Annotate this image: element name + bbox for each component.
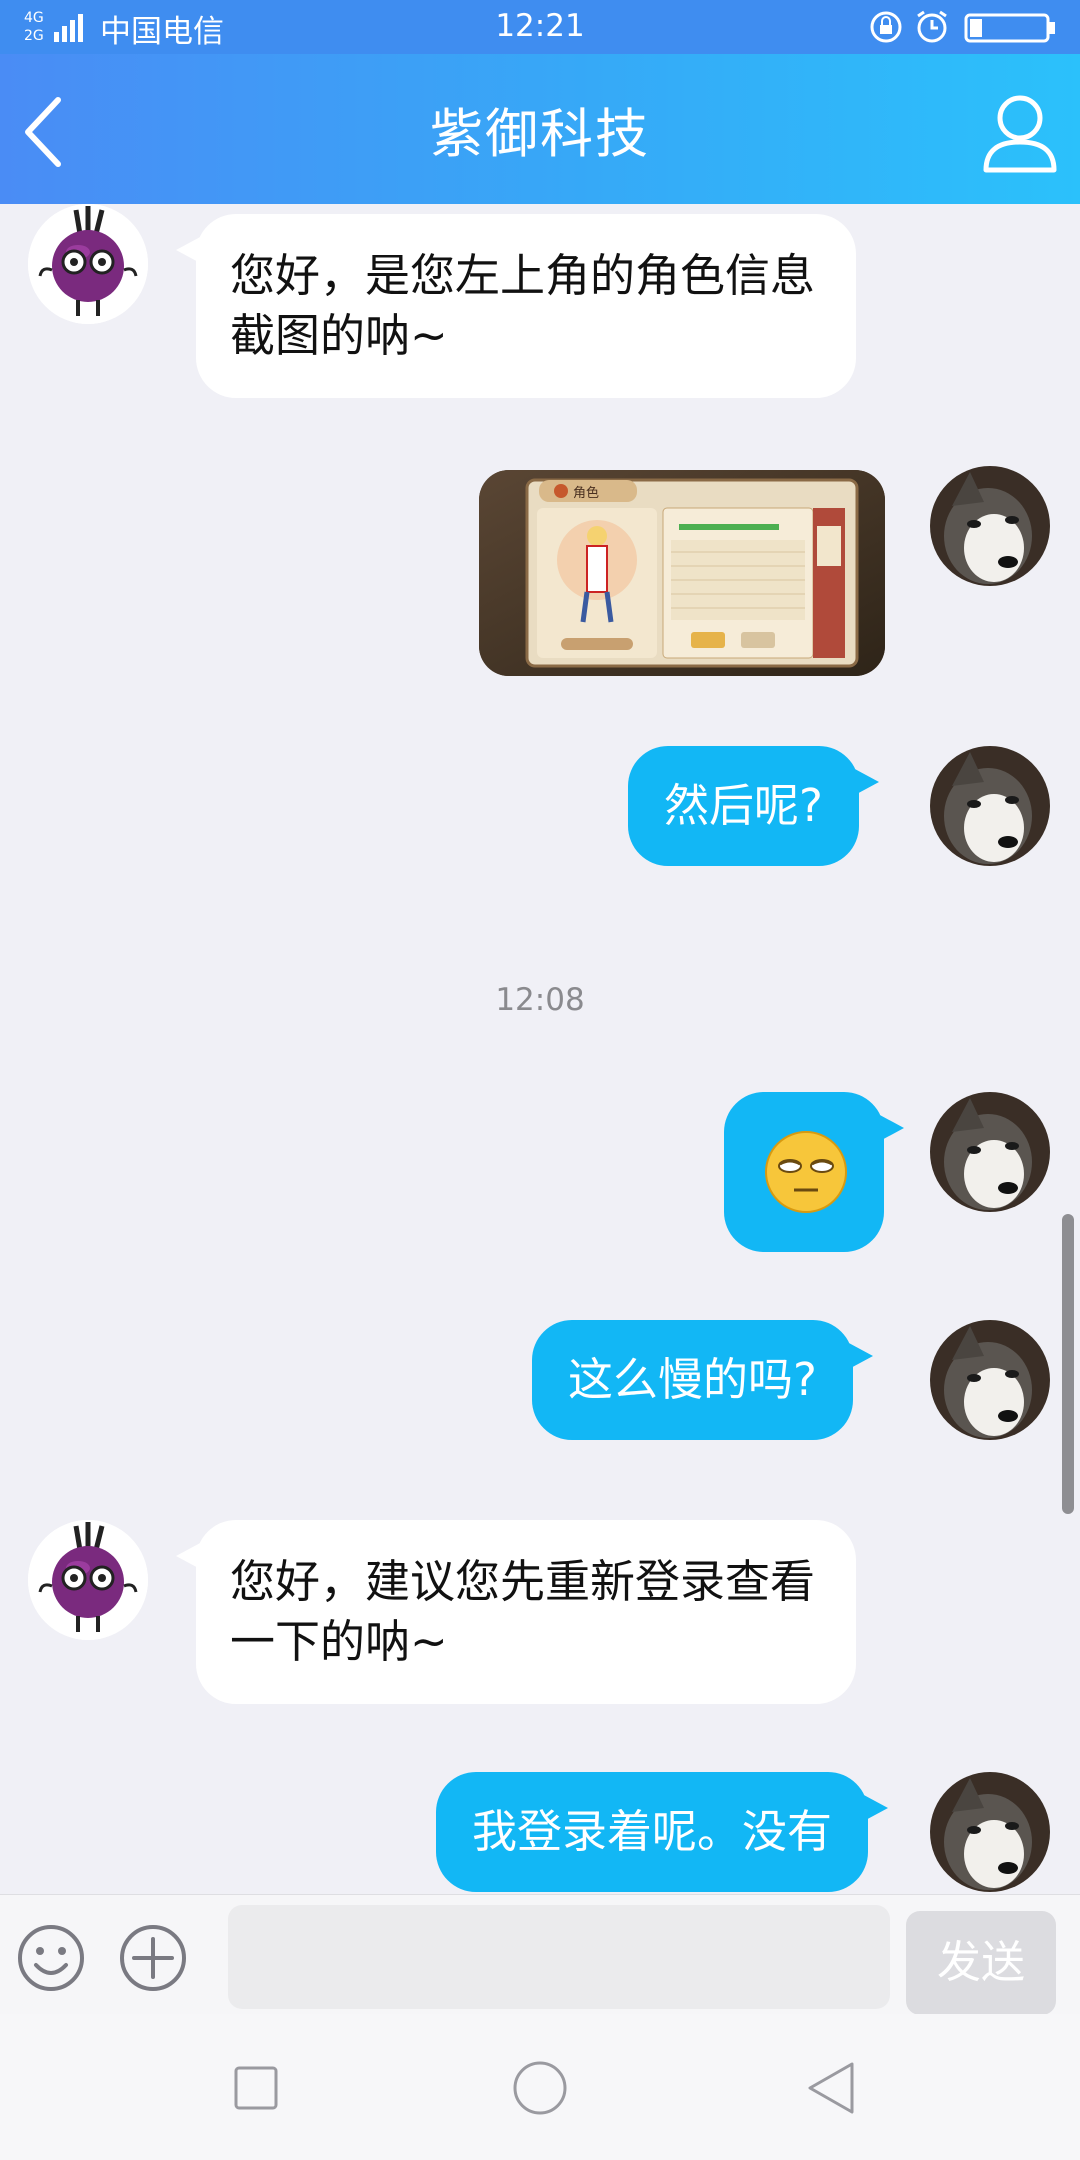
- scrollbar[interactable]: [1062, 1214, 1074, 1514]
- eye-roll-emoji-icon: [765, 1131, 847, 1213]
- message-text: 您好，是您左上角的角色信息截图的呐~: [230, 249, 816, 362]
- message-text: 然后呢?: [664, 779, 823, 832]
- image-message[interactable]: 角色: [479, 470, 885, 676]
- recent-apps-icon[interactable]: [226, 2058, 286, 2118]
- user-avatar[interactable]: [930, 1092, 1050, 1212]
- onion-mascot-icon: [28, 204, 148, 324]
- husky-avatar-icon: [930, 1772, 1050, 1892]
- status-icons: [870, 10, 1055, 43]
- game-screenshot-image: 角色: [479, 470, 885, 676]
- battery-icon: [964, 13, 1055, 43]
- system-nav-bar: [0, 2014, 1080, 2160]
- chat-title: 紫御科技: [430, 104, 650, 165]
- lock-rotation-icon: [870, 11, 902, 43]
- status-bar: 4G 2G 中国电信 12:21: [0, 0, 1080, 54]
- profile-icon[interactable]: [982, 90, 1058, 174]
- message-bubble-outgoing[interactable]: 然后呢?: [628, 746, 879, 866]
- user-avatar[interactable]: [930, 466, 1050, 586]
- message-bubble-incoming[interactable]: 您好，是您左上角的角色信息截图的呐~: [176, 214, 856, 398]
- emoji-icon[interactable]: [16, 1923, 86, 1993]
- agent-avatar[interactable]: [28, 204, 148, 324]
- message-list[interactable]: 您好，是您左上角的角色信息截图的呐~ 角色 然后呢? 12:08 这么慢的吗? …: [0, 204, 1080, 1894]
- message-text: 这么慢的吗?: [568, 1353, 817, 1406]
- send-button[interactable]: 发送: [906, 1911, 1056, 2015]
- chat-header: 紫御科技: [0, 54, 1080, 204]
- plus-icon[interactable]: [118, 1923, 188, 1993]
- user-avatar[interactable]: [930, 1772, 1050, 1892]
- message-input[interactable]: [228, 1905, 890, 2009]
- message-bubble-outgoing[interactable]: [724, 1092, 904, 1252]
- husky-avatar-icon: [930, 1092, 1050, 1212]
- alarm-icon: [917, 10, 947, 43]
- agent-avatar[interactable]: [28, 1520, 148, 1640]
- user-avatar[interactable]: [930, 746, 1050, 866]
- message-bubble-incoming[interactable]: 您好，建议您先重新登录查看一下的呐~: [176, 1520, 856, 1704]
- message-bubble-outgoing[interactable]: 我登录着呢。没有: [436, 1772, 889, 1892]
- back-nav-icon[interactable]: [800, 2058, 860, 2118]
- home-icon[interactable]: [510, 2058, 570, 2118]
- husky-avatar-icon: [930, 746, 1050, 866]
- message-bubble-outgoing[interactable]: 这么慢的吗?: [532, 1320, 873, 1440]
- message-text: 我登录着呢。没有: [472, 1805, 833, 1858]
- time-divider: 12:08: [495, 982, 585, 1018]
- onion-mascot-icon: [28, 1520, 148, 1640]
- husky-avatar-icon: [930, 466, 1050, 586]
- input-bar: 发送: [0, 1894, 1080, 2015]
- husky-avatar-icon: [930, 1320, 1050, 1440]
- message-text: 您好，建议您先重新登录查看一下的呐~: [230, 1555, 816, 1668]
- user-avatar[interactable]: [930, 1320, 1050, 1440]
- svg-text:角色: 角色: [573, 485, 599, 501]
